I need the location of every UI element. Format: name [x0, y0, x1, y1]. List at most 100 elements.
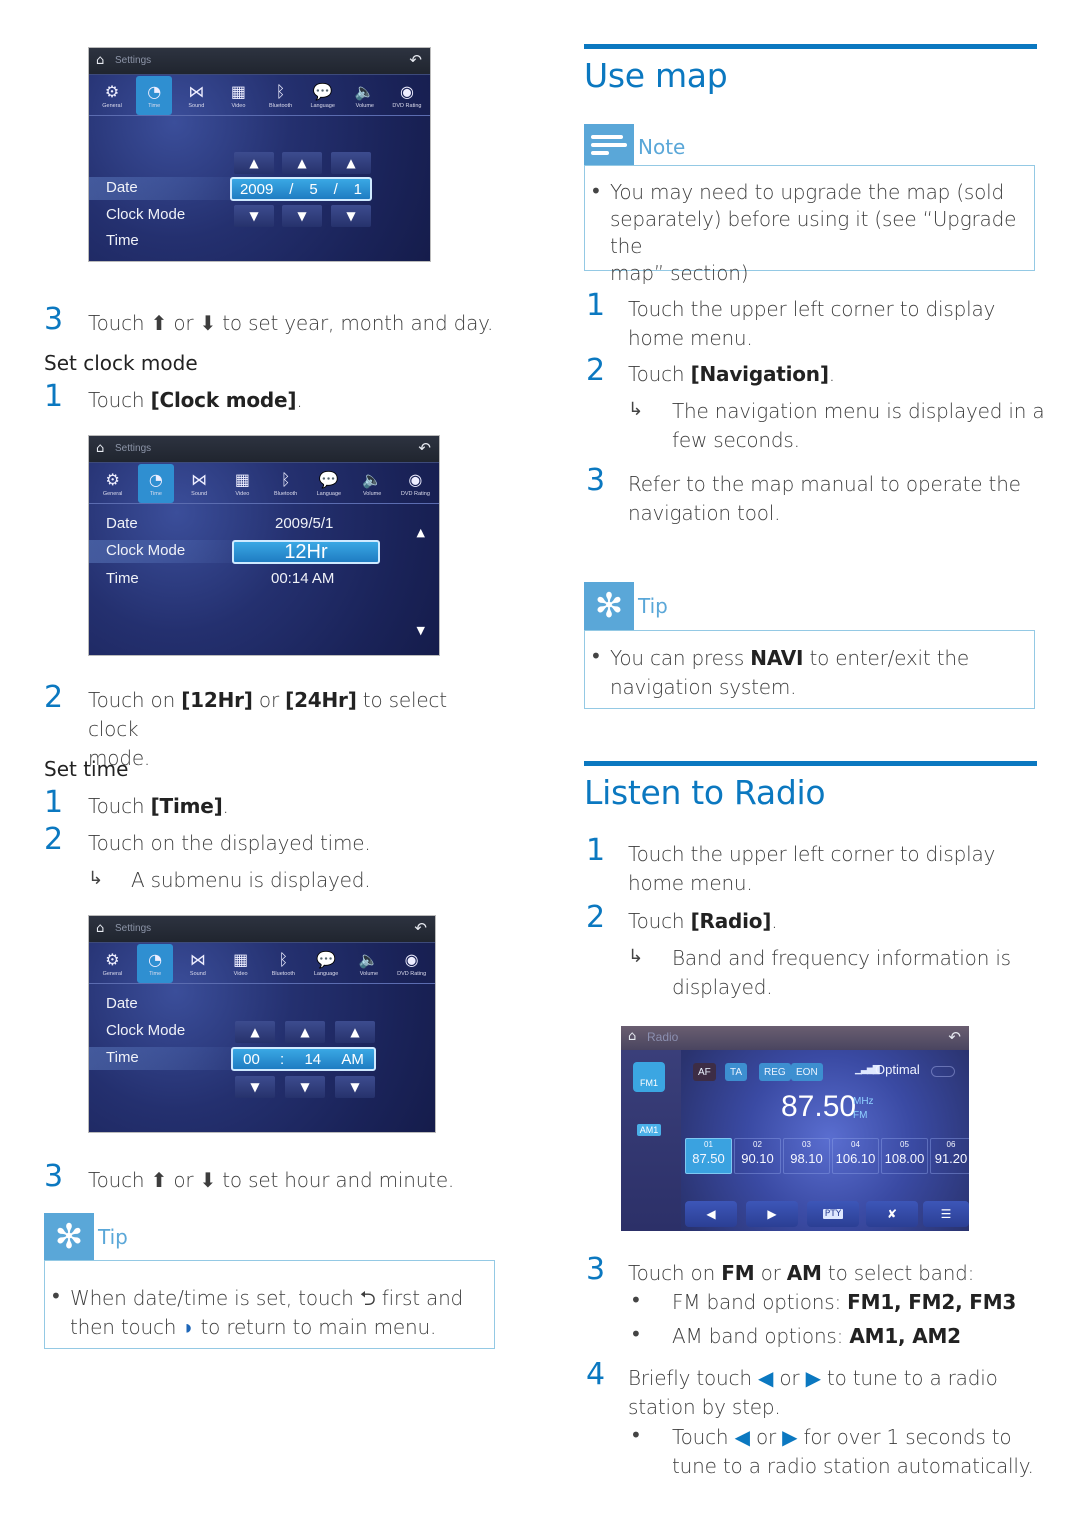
pty-button[interactable]: PTY [807, 1201, 859, 1227]
step-text: Briefly touch ◀ or ▶ to tune to a radio … [628, 1366, 998, 1419]
flag-eon[interactable]: EON [791, 1063, 823, 1081]
preset-button[interactable]: 06 91.20 [930, 1138, 969, 1174]
tab-volume[interactable]: 🔈 Volume [351, 944, 387, 983]
ampm-up-button[interactable]: ▲ [335, 1021, 375, 1043]
settings-screen-clock-mode: ⌂ Settings ↶ ⚙ General ◔ Time ⋈ Sound ▦ Vide… [88, 435, 440, 656]
step-number: 2 [44, 822, 64, 857]
home-icon[interactable]: ⌂ [96, 442, 104, 456]
band-fm1-button[interactable]: FM1 [633, 1062, 665, 1092]
home-icon[interactable]: ⌂ [628, 1030, 636, 1044]
row-date[interactable]: Date [106, 515, 138, 532]
day-down-button[interactable]: ▼ [331, 205, 371, 227]
month-down-button[interactable]: ▼ [282, 205, 322, 227]
tip-tag: ✻ [44, 1213, 94, 1261]
time-field[interactable]: 00 : 14 AM [231, 1047, 376, 1071]
step-text: Touch ⬆ or ⬇ to set hour and minute. [88, 1168, 455, 1192]
tab-time[interactable]: ◔ Time [137, 944, 174, 983]
scroll-up-icon[interactable]: ▲ [417, 526, 425, 539]
tab-dvd-rating[interactable]: ◉ DVD Rating [389, 76, 425, 115]
screen-title-bar: ⌂ Settings ↶ [89, 48, 430, 75]
tab-language[interactable]: 💬 Language [308, 944, 344, 983]
bullet: • [590, 644, 602, 668]
time-value: 00:14 AM [271, 570, 335, 587]
hour-down-button[interactable]: ▼ [235, 1076, 275, 1098]
month-up-button[interactable]: ▲ [282, 152, 322, 174]
asterisk-icon: ✻ [594, 586, 624, 626]
tab-dvd-rating[interactable]: ◉ DVD Rating [394, 944, 430, 983]
back-icon[interactable]: ↶ [418, 440, 431, 456]
row-clock-mode[interactable]: Clock Mode [106, 1022, 185, 1039]
tab-sound[interactable]: ⋈ Sound [178, 76, 214, 115]
year-down-button[interactable]: ▼ [234, 205, 274, 227]
tab-video[interactable]: ▦ Video [220, 76, 256, 115]
row-time[interactable]: Time [106, 570, 139, 587]
preset-button[interactable]: 03 98.10 [783, 1138, 830, 1174]
row-date[interactable]: Date [106, 179, 138, 196]
back-icon[interactable]: ↶ [409, 52, 422, 68]
tab-sound[interactable]: ⋈ Sound [181, 464, 217, 503]
day-up-button[interactable]: ▲ [331, 152, 371, 174]
tab-sound[interactable]: ⋈ Sound [180, 944, 216, 983]
step-text: Touch on [12Hr] or [24Hr] to select cloc… [88, 688, 447, 770]
scroll-down-icon[interactable]: ▼ [417, 624, 425, 637]
tab-volume[interactable]: 🔈 Volume [354, 464, 390, 503]
hour-up-button[interactable]: ▲ [235, 1021, 275, 1043]
sound-icon: ⋈ [191, 469, 208, 489]
clock-icon: ◔ [147, 81, 162, 101]
preset-button[interactable]: 01 87.50 [685, 1138, 732, 1174]
gear-icon: ⚙ [104, 81, 120, 101]
section-rule [584, 44, 1037, 49]
tab-time[interactable]: ◔ Time [137, 464, 174, 503]
row-date[interactable]: Date [106, 995, 138, 1012]
radio-title: Radio [647, 1030, 679, 1044]
pty-icon: PTY [822, 1209, 844, 1219]
home-icon[interactable]: ⌂ [96, 54, 104, 68]
tab-language[interactable]: 💬 Language [311, 464, 347, 503]
am-band-options: AM band options: AM1, AM2 [672, 1324, 961, 1348]
clock-mode-field[interactable]: 12Hr [232, 540, 380, 564]
speech-bubble-icon: 💬 [316, 949, 337, 969]
minute-down-button[interactable]: ▼ [285, 1076, 325, 1098]
minute-up-button[interactable]: ▲ [285, 1021, 325, 1043]
tab-general[interactable]: ⚙ General [94, 76, 130, 115]
preset-button[interactable]: 05 108.00 [881, 1138, 928, 1174]
back-icon[interactable]: ↶ [948, 1029, 961, 1045]
list-icon: ☰ [940, 1207, 952, 1221]
date-field[interactable]: 2009 / 5 / 1 [230, 177, 372, 201]
year-up-button[interactable]: ▲ [234, 152, 274, 174]
screen-title: Settings [115, 443, 152, 454]
step-number: 1 [44, 379, 64, 414]
flag-af[interactable]: AF [693, 1063, 716, 1081]
clock-icon: ◔ [148, 949, 163, 969]
step-number: 3 [44, 1159, 64, 1194]
mute-button[interactable]: ✘ [866, 1201, 918, 1227]
row-clock-mode[interactable]: Clock Mode [106, 206, 185, 223]
preset-button[interactable]: 04 106.10 [832, 1138, 879, 1174]
preset-button[interactable]: 02 90.10 [734, 1138, 781, 1174]
row-time[interactable]: Time [106, 1049, 139, 1066]
tab-bluetooth[interactable]: ᛒ Bluetooth [268, 464, 304, 503]
home-icon[interactable]: ⌂ [96, 922, 104, 936]
tune-down-button[interactable]: ◀ [685, 1201, 737, 1227]
flag-ta[interactable]: TA [725, 1063, 748, 1081]
tab-video[interactable]: ▦ Video [224, 464, 260, 503]
tab-language[interactable]: 💬 Language [305, 76, 341, 115]
tab-dvd-rating[interactable]: ◉ DVD Rating [397, 464, 433, 503]
ampm-down-button[interactable]: ▼ [335, 1076, 375, 1098]
flag-reg[interactable]: REG [759, 1063, 791, 1081]
tab-video[interactable]: ▦ Video [223, 944, 259, 983]
tab-volume[interactable]: 🔈 Volume [347, 76, 383, 115]
row-time[interactable]: Time [106, 232, 139, 249]
list-button[interactable]: ☰ [923, 1201, 969, 1227]
band-am1-button[interactable]: AM1 [633, 1110, 665, 1140]
tab-general[interactable]: ⚙ General [95, 464, 131, 503]
tab-general[interactable]: ⚙ General [94, 944, 130, 983]
row-clock-mode[interactable]: Clock Mode [106, 542, 185, 559]
back-icon[interactable]: ↶ [414, 920, 427, 936]
tab-time[interactable]: ◔ Time [136, 76, 173, 115]
tune-up-button[interactable]: ▶ [746, 1201, 798, 1227]
bullet: • [630, 1322, 642, 1346]
film-icon: ▦ [234, 469, 250, 489]
tab-bluetooth[interactable]: ᛒ Bluetooth [265, 944, 301, 983]
tab-bluetooth[interactable]: ᛒ Bluetooth [263, 76, 299, 115]
